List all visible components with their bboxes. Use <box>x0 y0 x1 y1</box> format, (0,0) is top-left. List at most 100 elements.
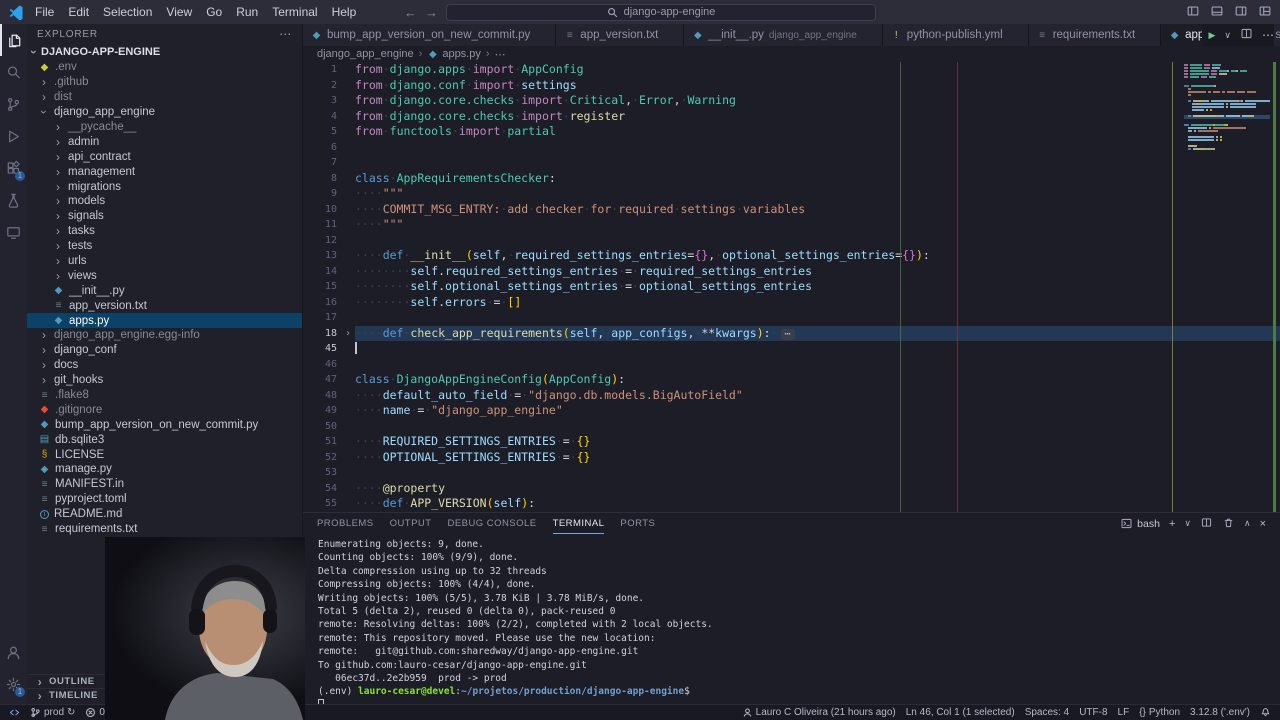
panel-tab-problems[interactable]: PROBLEMS <box>317 513 374 534</box>
menu-view[interactable]: View <box>159 0 199 24</box>
overview-ruler[interactable] <box>1270 62 1280 512</box>
explorer-item-dist[interactable]: ›dist <box>27 90 302 105</box>
activity-extensions-icon[interactable]: 1 <box>0 152 27 184</box>
minimap[interactable] <box>1184 64 1270 512</box>
explorer-item-README.md[interactable]: iREADME.md <box>27 507 302 522</box>
fold-icon[interactable]: › <box>341 326 355 342</box>
code-line-53[interactable]: 53 <box>303 465 1280 481</box>
code-line-52[interactable]: 52····OPTIONAL_SETTINGS_ENTRIES·=·{} <box>303 450 1280 466</box>
tab-bump_app_version_on_new_commit.py[interactable]: ◆bump_app_version_on_new_commit.py <box>303 24 556 46</box>
close-panel-icon[interactable]: × <box>1260 518 1266 530</box>
menu-selection[interactable]: Selection <box>96 0 159 24</box>
explorer-item-django_app_engine[interactable]: ›django_app_engine <box>27 105 302 120</box>
menu-help[interactable]: Help <box>325 0 364 24</box>
customize-layout-icon[interactable] <box>1258 4 1272 21</box>
explorer-item-.env[interactable]: ◆.env <box>27 60 302 75</box>
code-line-46[interactable]: 46 <box>303 357 1280 373</box>
explorer-item-management[interactable]: ›management <box>27 164 302 179</box>
explorer-item-requirements.txt[interactable]: ≡requirements.txt <box>27 522 302 537</box>
panel-tab-ports[interactable]: PORTS <box>620 513 655 534</box>
explorer-item-__init__.py[interactable]: ◆__init__.py <box>27 283 302 298</box>
activity-remote-explorer-icon[interactable] <box>0 216 27 248</box>
panel-tab-terminal[interactable]: TERMINAL <box>553 513 605 534</box>
activity-run-debug-icon[interactable] <box>0 120 27 152</box>
code-line-17[interactable]: 17 <box>303 310 1280 326</box>
explorer-item-__pycache__[interactable]: ›__pycache__ <box>27 120 302 135</box>
menu-file[interactable]: File <box>28 0 61 24</box>
code-line-9[interactable]: 9····""" <box>303 186 1280 202</box>
code-line-13[interactable]: 13····def·__init__(self,·required_settin… <box>303 248 1280 264</box>
explorer-item-django_app_engine.egg-info[interactable]: ›django_app_engine.egg-info <box>27 328 302 343</box>
split-editor-icon[interactable] <box>1240 27 1253 43</box>
explorer-item-tasks[interactable]: ›tasks <box>27 224 302 239</box>
git-blame-item[interactable]: Lauro C Oliveira (21 hours ago) <box>737 705 901 720</box>
explorer-item-.github[interactable]: ›.github <box>27 75 302 90</box>
code-editor[interactable]: 1from·django.apps·import·AppConfig2from·… <box>303 62 1280 512</box>
split-terminal-icon[interactable] <box>1200 516 1213 532</box>
menu-terminal[interactable]: Terminal <box>265 0 324 24</box>
code-line-45[interactable]: 45 <box>303 341 1280 357</box>
code-line-51[interactable]: 51····REQUIRED_SETTINGS_ENTRIES·=·{} <box>303 434 1280 450</box>
code-line-15[interactable]: 15········self.optional_settings_entries… <box>303 279 1280 295</box>
maximize-panel-icon[interactable]: ∧ <box>1244 518 1251 529</box>
code-line-10[interactable]: 10····COMMIT_MSG_ENTRY:·add·checker·for·… <box>303 202 1280 218</box>
explorer-item-tests[interactable]: ›tests <box>27 239 302 254</box>
tab-requirements.txt[interactable]: ≡requirements.txt <box>1029 24 1161 46</box>
toggle-panel-icon[interactable] <box>1210 4 1224 21</box>
explorer-item-docs[interactable]: ›docs <box>27 358 302 373</box>
code-line-14[interactable]: 14········self.required_settings_entries… <box>303 264 1280 280</box>
notifications-item[interactable] <box>1255 705 1276 720</box>
workspace-root-row[interactable]: › DJANGO-APP-ENGINE <box>27 44 302 60</box>
command-center-search[interactable]: django-app-engine <box>446 4 876 21</box>
explorer-item-manage.py[interactable]: ◆manage.py <box>27 462 302 477</box>
explorer-item-MANIFEST.in[interactable]: ≡MANIFEST.in <box>27 477 302 492</box>
run-dropdown-icon[interactable]: ∨ <box>1224 30 1231 41</box>
more-actions-icon[interactable]: ⋯ <box>1262 28 1274 42</box>
menu-go[interactable]: Go <box>199 0 229 24</box>
panel-tab-output[interactable]: OUTPUT <box>390 513 432 534</box>
eol-item[interactable]: LF <box>1113 705 1135 720</box>
shell-selector[interactable]: bash <box>1120 517 1160 530</box>
tab-python-publish.yml[interactable]: !python-publish.yml <box>883 24 1029 46</box>
explorer-item-migrations[interactable]: ›migrations <box>27 179 302 194</box>
remote-indicator[interactable] <box>4 705 25 720</box>
language-item[interactable]: {} Python <box>1134 705 1185 720</box>
explorer-item-.gitignore[interactable]: ◆.gitignore <box>27 402 302 417</box>
explorer-item-apps.py[interactable]: ◆apps.py <box>27 313 302 328</box>
code-line-50[interactable]: 50 <box>303 419 1280 435</box>
code-line-54[interactable]: 54····@property <box>303 481 1280 497</box>
code-line-12[interactable]: 12 <box>303 233 1280 249</box>
toggle-sidebar-icon[interactable] <box>1186 4 1200 21</box>
code-line-5[interactable]: 5from·functools·import·partial <box>303 124 1280 140</box>
explorer-item-signals[interactable]: ›signals <box>27 209 302 224</box>
code-line-48[interactable]: 48····default_auto_field·=·"django.db.mo… <box>303 388 1280 404</box>
code-line-11[interactable]: 11····""" <box>303 217 1280 233</box>
panel-tab-debug-console[interactable]: DEBUG CONSOLE <box>448 513 537 534</box>
activity-testing-icon[interactable] <box>0 184 27 216</box>
vscode-logo-icon[interactable] <box>8 4 24 20</box>
explorer-item-bump_app_version_on_new_commit.py[interactable]: ◆bump_app_version_on_new_commit.py <box>27 417 302 432</box>
explorer-item-LICENSE[interactable]: §LICENSE <box>27 447 302 462</box>
code-line-4[interactable]: 4from·django.core.checks·import·register <box>303 109 1280 125</box>
branch-indicator[interactable]: prod ↻ <box>25 705 80 720</box>
tab-__init__.py[interactable]: ◆__init__.pydjango_app_engine <box>684 24 883 46</box>
activity-settings-icon[interactable]: 1 <box>0 668 27 700</box>
forward-icon[interactable]: → <box>425 5 438 20</box>
activity-source-control-icon[interactable] <box>0 88 27 120</box>
explorer-item-.flake8[interactable]: ≡.flake8 <box>27 388 302 403</box>
code-line-18[interactable]: 18›····def·check_app_requirements(self,·… <box>303 326 1280 342</box>
code-line-7[interactable]: 7 <box>303 155 1280 171</box>
python-interpreter-item[interactable]: 3.12.8 ('.env') <box>1185 705 1255 720</box>
menu-run[interactable]: Run <box>229 0 265 24</box>
explorer-item-api_contract[interactable]: ›api_contract <box>27 149 302 164</box>
back-icon[interactable]: ← <box>404 5 417 20</box>
explorer-item-pyproject.toml[interactable]: ≡pyproject.toml <box>27 492 302 507</box>
terminal-dropdown-icon[interactable]: ∨ <box>1184 518 1191 529</box>
explorer-item-views[interactable]: ›views <box>27 268 302 283</box>
activity-search-icon[interactable] <box>0 56 27 88</box>
kill-terminal-icon[interactable] <box>1222 516 1235 532</box>
breadcrumb-item[interactable]: django_app_engine <box>317 48 414 60</box>
explorer-item-django_conf[interactable]: ›django_conf <box>27 343 302 358</box>
explorer-item-models[interactable]: ›models <box>27 194 302 209</box>
code-line-47[interactable]: 47class·DjangoAppEngineConfig(AppConfig)… <box>303 372 1280 388</box>
